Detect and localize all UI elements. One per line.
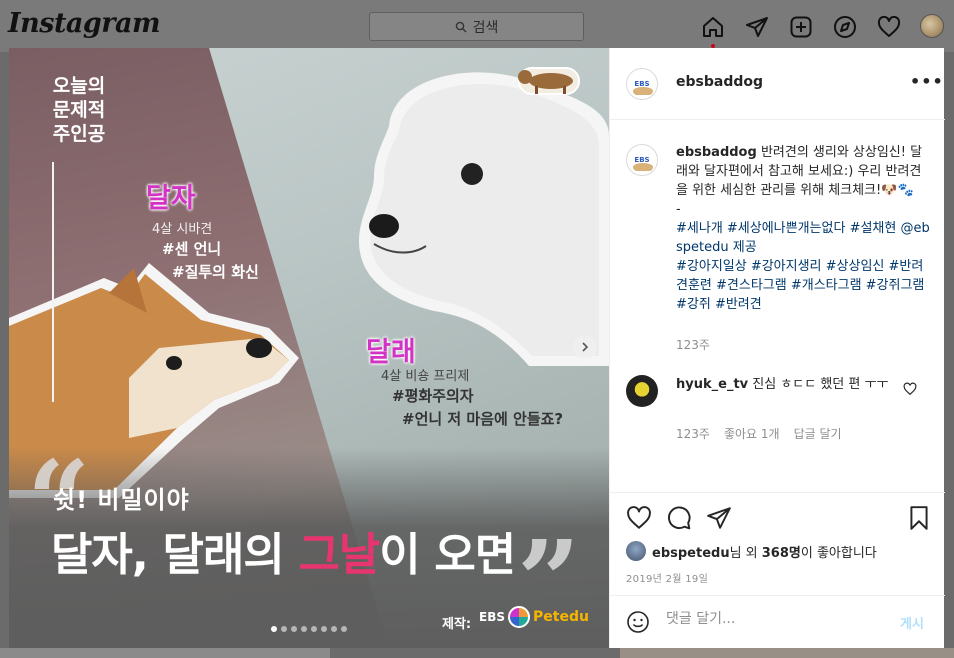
dog1-meta: 4살 시바견 xyxy=(152,222,213,237)
carousel-dot xyxy=(321,626,327,632)
new-post-icon[interactable] xyxy=(788,14,814,40)
post-date[interactable]: 2019년 2월 19일 xyxy=(626,570,708,585)
ebs-avatar-mark: EBS xyxy=(634,156,650,164)
maker-label: 제작: xyxy=(442,617,472,632)
caption-hashtags[interactable]: #강아지일상 #강아지생리 #상상임신 #반려견훈련 #견스타그램 #개스타그램… xyxy=(676,259,924,312)
liker-avatar[interactable] xyxy=(626,541,646,561)
likes-suffix: 이 좋아합니다 xyxy=(800,545,877,561)
corner-title: 오늘의 문제적 주인공 xyxy=(49,74,109,146)
post-comment-button[interactable]: 게시 xyxy=(900,613,924,632)
corner-title-line: 문제적 xyxy=(52,99,106,121)
comment-like-heart-icon[interactable] xyxy=(903,382,917,396)
author-avatar[interactable]: EBS xyxy=(626,68,658,100)
slogan-big-part: 이 오면 xyxy=(379,528,516,581)
decorative-vertical-line xyxy=(52,162,54,402)
post-actions: ebspetedu님 외 368명이 좋아합니다 2019년 2월 19일 xyxy=(610,492,945,602)
activity-heart-icon[interactable] xyxy=(876,14,902,40)
slogan-small: 쉿! 비밀이야 xyxy=(53,486,190,514)
likes-text: ebspetedu님 외 368명이 좋아합니다 xyxy=(652,542,877,561)
carousel-dot xyxy=(341,626,347,632)
chevron-right-icon xyxy=(582,342,589,352)
comment-reply-button[interactable]: 답글 달기 xyxy=(794,425,842,442)
explore-icon[interactable] xyxy=(832,14,858,40)
carousel-dot xyxy=(301,626,307,632)
caption-username[interactable]: ebsbaddog xyxy=(676,145,757,160)
post-image[interactable]: 오늘의 문제적 주인공 달자 4살 시바견 #센 언니 #질투의 화신 달래 4… xyxy=(9,48,609,648)
search-icon xyxy=(455,21,467,32)
comment-text: 진심 ㅎㄷㄷ 했던 편 ㅜㅜ xyxy=(752,377,889,392)
ebs-text: EBS xyxy=(479,610,505,624)
author-username[interactable]: ebsbaddog xyxy=(676,74,763,90)
instagram-logo[interactable]: Instagram xyxy=(8,8,161,39)
backdrop-feed-strip xyxy=(0,648,330,658)
carousel-dot xyxy=(331,626,337,632)
carousel-dots xyxy=(271,626,347,632)
bichon-dog-illustration xyxy=(359,72,609,366)
dog1-tag: #질투의 화신 xyxy=(172,263,259,281)
home-icon[interactable] xyxy=(700,14,726,40)
dog2-tag: #언니 저 마음에 안들죠? xyxy=(402,410,564,428)
comment-time[interactable]: 123주 xyxy=(676,425,710,442)
direct-message-icon[interactable] xyxy=(744,14,770,40)
post-header: EBS ebsbaddog ••• xyxy=(610,48,945,120)
dog2-meta: 4살 비숑 프리제 xyxy=(381,369,470,384)
comment-meta: 123주 좋아요 1개 답글 달기 xyxy=(676,425,842,442)
share-send-icon[interactable] xyxy=(706,505,732,531)
corner-title-line: 주인공 xyxy=(52,123,106,145)
search-placeholder: 검색 xyxy=(472,19,499,36)
dog2-tag: #평화주의자 xyxy=(392,387,474,405)
like-heart-icon[interactable] xyxy=(626,505,652,531)
ebs-rings-icon xyxy=(508,606,530,628)
liker-username[interactable]: ebspetedu xyxy=(652,546,730,561)
comment-username[interactable]: hyuk_e_tv xyxy=(676,377,748,392)
carousel-dot xyxy=(281,626,287,632)
likes-middle: 님 외 xyxy=(729,545,762,561)
emoji-icon[interactable] xyxy=(626,610,650,634)
save-bookmark-icon[interactable] xyxy=(906,505,932,531)
comment-likes[interactable]: 좋아요 1개 xyxy=(724,425,780,442)
carousel-dot xyxy=(311,626,317,632)
commenter-avatar[interactable] xyxy=(626,375,658,407)
caption: ebsbaddog 반려견의 생리와 상상임신! 달래와 달자편에서 참고해 보… xyxy=(676,143,931,314)
caption-avatar[interactable]: EBS xyxy=(626,144,658,176)
ebs-petedu-logo: EBS Petedu xyxy=(479,606,589,628)
slogan-big-part: 달자, 달래의 xyxy=(51,528,299,581)
ebs-avatar-mark: EBS xyxy=(634,80,650,88)
caption-dash: - xyxy=(676,202,681,217)
carousel-dot xyxy=(271,626,277,632)
carousel-dot xyxy=(291,626,297,632)
caption-hashtags[interactable]: #세나개 #세상에나쁜개는없다 #설채현 @ebspetedu 제공 xyxy=(676,221,930,255)
petedu-text: Petedu xyxy=(533,609,589,625)
slogan-big-highlight: 그날 xyxy=(298,528,380,581)
search-box[interactable]: 검색 xyxy=(369,12,584,41)
comment-form: 게시 xyxy=(610,595,945,648)
backdrop-feed-strip xyxy=(620,648,954,658)
dog1-tag: #센 언니 xyxy=(162,240,222,258)
caption-time[interactable]: 123주 xyxy=(676,336,710,353)
comment-bubble-icon[interactable] xyxy=(666,505,692,531)
dog1-name: 달자 xyxy=(146,183,196,214)
slogan-big: 달자, 달래의 그날이 오면 xyxy=(51,518,516,583)
dog2-name: 달래 xyxy=(366,337,416,368)
dachshund-sticker xyxy=(518,67,580,95)
post-detail-panel: EBS ebsbaddog ••• EBS ebsbaddog 반려견의 생리와… xyxy=(609,48,945,648)
profile-avatar[interactable] xyxy=(920,14,944,38)
comment: hyuk_e_tv 진심 ㅎㄷㄷ 했던 편 ㅜㅜ xyxy=(676,375,896,394)
likes-summary: ebspetedu님 외 368명이 좋아합니다 xyxy=(626,541,877,561)
corner-title-line: 오늘의 xyxy=(52,75,106,97)
carousel-next-button[interactable] xyxy=(573,335,597,359)
comment-input[interactable] xyxy=(666,611,886,627)
likes-count[interactable]: 368명 xyxy=(762,546,801,561)
more-options-icon[interactable]: ••• xyxy=(910,72,944,91)
top-nav: Instagram 검색 xyxy=(0,0,954,52)
